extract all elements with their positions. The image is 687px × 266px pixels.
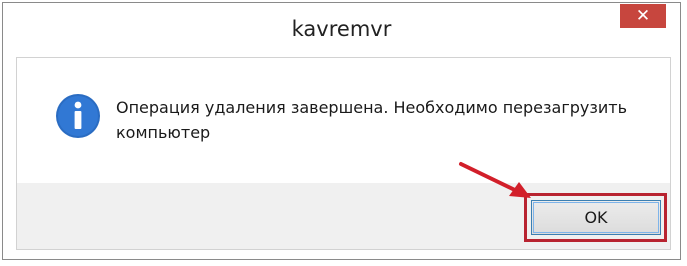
dialog-window: kavremvr ✕ Операция удаления завершена. …	[2, 2, 681, 260]
title-bar[interactable]: kavremvr ✕	[3, 3, 680, 57]
message-panel: Операция удаления завершена. Необходимо …	[17, 58, 670, 183]
info-icon	[56, 94, 100, 138]
message-text: Операция удаления завершена. Необходимо …	[116, 98, 627, 142]
dialog-client-area: Операция удаления завершена. Необходимо …	[16, 57, 671, 250]
window-title: kavremvr	[291, 17, 392, 41]
ok-button-label: OK	[584, 208, 608, 227]
close-icon: ✕	[635, 5, 651, 26]
annotation-arrow-icon	[459, 162, 531, 198]
close-button[interactable]: ✕	[620, 4, 666, 28]
